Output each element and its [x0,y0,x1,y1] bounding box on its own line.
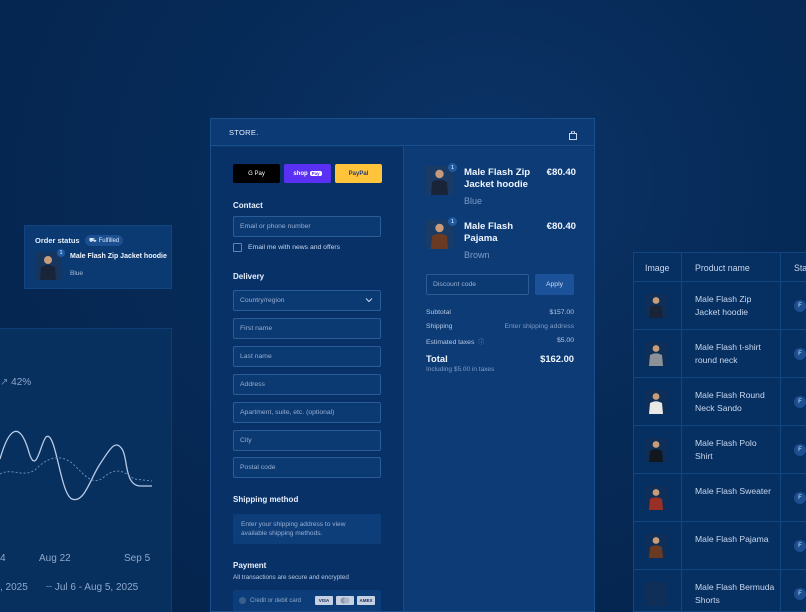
radio-button[interactable] [239,597,246,604]
store-logo[interactable]: STORE. [229,128,259,137]
tax-note: Including $5.00 in taxes [426,366,495,373]
city-field[interactable]: City [233,430,381,451]
google-pay-button[interactable]: G Pay [233,164,280,183]
checkout-form: G Pay shop Pay PayPal Contact Email or p… [211,147,403,611]
shipping-row: Shipping Enter shipping address [426,323,574,330]
quantity-badge: 1 [57,249,65,257]
address-field[interactable]: Address [233,374,381,395]
last-name-field[interactable]: Last name [233,346,381,367]
x-tick: Sep 5 [124,553,151,564]
shopping-bag-icon[interactable] [569,127,577,145]
shop-pay-button[interactable]: shop Pay [284,164,331,183]
trend-chart [0,430,153,501]
legend-previous: ┄ Jul 6 - Aug 5, 2025 [46,582,139,593]
product-thumbnail [35,252,61,280]
order-summary: 1 Male Flash Zip Jacket hoodie Blue €80.… [403,147,594,611]
product-name: Male Flash Zip Jacket hoodie [695,294,752,317]
table-row[interactable]: Male Flash Bermuda Shorts F [634,570,806,611]
product-image [645,390,667,414]
amex-icon: AMEX [357,596,375,605]
taxes-row: Estimated taxes ⓘ $5.00 [426,337,574,346]
cart-item: 1 Male Flash Pajama Brown €80.40 [426,217,576,260]
legend-current: , 2025 [0,582,28,593]
item-price: €80.40 [546,167,576,178]
postal-code-field[interactable]: Postal code [233,457,381,478]
product-name: Male Flash Zip Jacket hoodie [70,253,167,260]
status-badge: F [794,300,806,312]
apartment-field[interactable]: Apartment, suite, etc. (optional) [233,402,381,423]
total-row: Total $162.00 [426,353,574,364]
product-image [645,486,667,510]
checkout-window: STORE. G Pay shop Pay PayPal Contact Ema… [210,118,595,612]
table-row[interactable]: Male Flash Polo Shirt F [634,426,806,474]
trend-line-current [0,430,152,501]
product-table: Image Product name Sta Male Flash Zip Ja… [633,252,806,612]
item-variant: Blue [464,196,483,206]
status-badge: F [794,396,806,408]
truck-icon: ⛟ [89,237,97,244]
product-name: Male Flash t-shirt round neck [695,342,761,365]
country-select[interactable]: Country/region [233,290,381,311]
apply-button[interactable]: Apply [535,274,574,295]
product-name: Male Flash Sweater [695,486,771,496]
info-icon[interactable]: ⓘ [478,340,484,346]
product-name: Male Flash Polo Shirt [695,438,757,461]
table-row[interactable]: Male Flash Round Neck Sando F [634,378,806,426]
chevron-down-icon [365,297,373,305]
status-badge: F [794,348,806,360]
contact-heading: Contact [233,201,263,210]
product-image [645,534,667,558]
column-header-status[interactable]: Sta [794,263,806,273]
item-name: Male Flash Pajama [464,221,514,244]
product-image [645,294,667,318]
cart-item: 1 Male Flash Zip Jacket hoodie Blue €80.… [426,163,576,206]
product-name: Male Flash Pajama [695,534,769,544]
product-name: Male Flash Round Neck Sando [695,390,765,413]
paypal-button[interactable]: PayPal [335,164,382,183]
product-image [645,342,667,366]
table-row[interactable]: Male Flash t-shirt round neck F [634,330,806,378]
status-badge: F [794,444,806,456]
quantity-badge: 1 [448,217,457,226]
quantity-badge: 1 [448,163,457,172]
email-field[interactable]: Email or phone number [233,216,381,237]
status-badge: ⛟ Fulfilled [85,235,124,246]
newsletter-checkbox[interactable] [233,243,242,252]
table-row[interactable]: Male Flash Zip Jacket hoodie F [634,282,806,330]
table-row[interactable]: Male Flash Pajama F [634,522,806,570]
status-badge: F [794,492,806,504]
analytics-card: ↗ 42% 4 Aug 22 Sep 5 , 2025 ┄ Jul 6 - Au… [0,328,172,612]
shipping-method-note: Enter your shipping address to view avai… [233,514,381,544]
status-badge: F [794,540,806,552]
visa-icon: VISA [315,596,333,605]
mastercard-icon [336,596,354,605]
column-header-product-name[interactable]: Product name [695,263,750,273]
product-image [645,582,667,606]
product-name: Male Flash Bermuda Shorts [695,582,775,605]
payment-heading: Payment [233,561,267,570]
status-badge: F [794,588,806,600]
store-header: STORE. [211,119,594,146]
order-status-card[interactable]: Order status ⛟ Fulfilled 1 Male Flash Zi… [24,225,172,289]
subtotal-row: Subtotal $157.00 [426,309,574,316]
shipping-method-heading: Shipping method [233,495,299,504]
item-variant: Brown [464,250,490,260]
card-payment-option[interactable]: Credit or debit card VISA AMEX [233,590,381,611]
newsletter-label: Email me with news and offers [248,244,341,251]
first-name-field[interactable]: First name [233,318,381,339]
table-row[interactable]: Male Flash Sweater F [634,474,806,522]
item-price: €80.40 [546,221,576,232]
delivery-heading: Delivery [233,272,265,281]
order-status-label: Order status [35,236,80,245]
product-image [645,438,667,462]
product-variant: Blue [70,270,84,277]
column-header-image[interactable]: Image [645,263,669,273]
x-tick: Aug 22 [39,553,71,564]
x-tick: 4 [0,553,6,564]
item-name: Male Flash Zip Jacket hoodie [464,167,531,190]
table-header: Image Product name Sta [634,253,806,282]
payment-subtitle: All transactions are secure and encrypte… [233,574,349,581]
discount-code-field[interactable]: Discount code [426,274,529,295]
